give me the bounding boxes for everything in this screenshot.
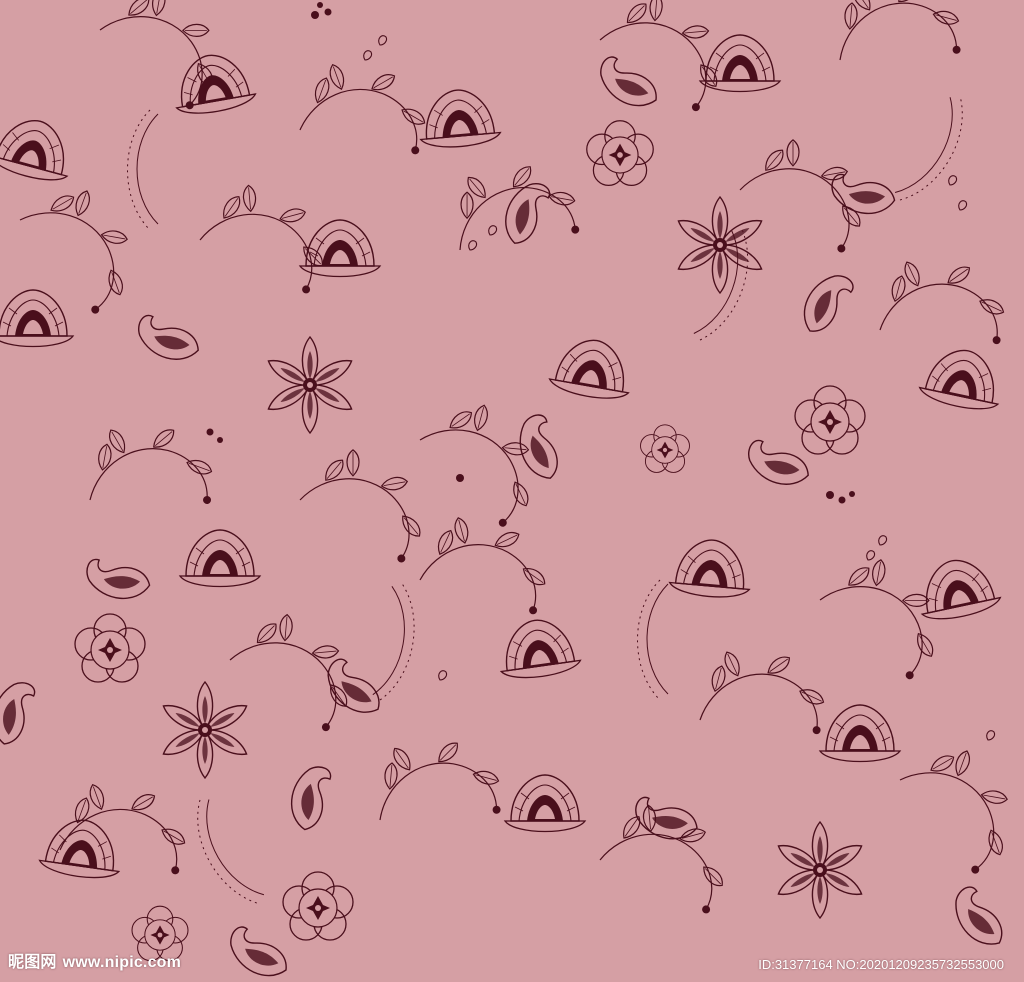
floral-pattern-background xyxy=(0,0,1024,982)
motif-cluster xyxy=(0,0,1024,982)
watermark-brand-cn: 昵图网 xyxy=(8,952,57,971)
watermark-id: ID:31377164 NO:20201209235732553000 xyxy=(758,957,1004,972)
watermark-brand-url: www.nipic.com xyxy=(62,954,182,971)
watermark-brand: 昵图网 www.nipic.com xyxy=(8,948,181,972)
